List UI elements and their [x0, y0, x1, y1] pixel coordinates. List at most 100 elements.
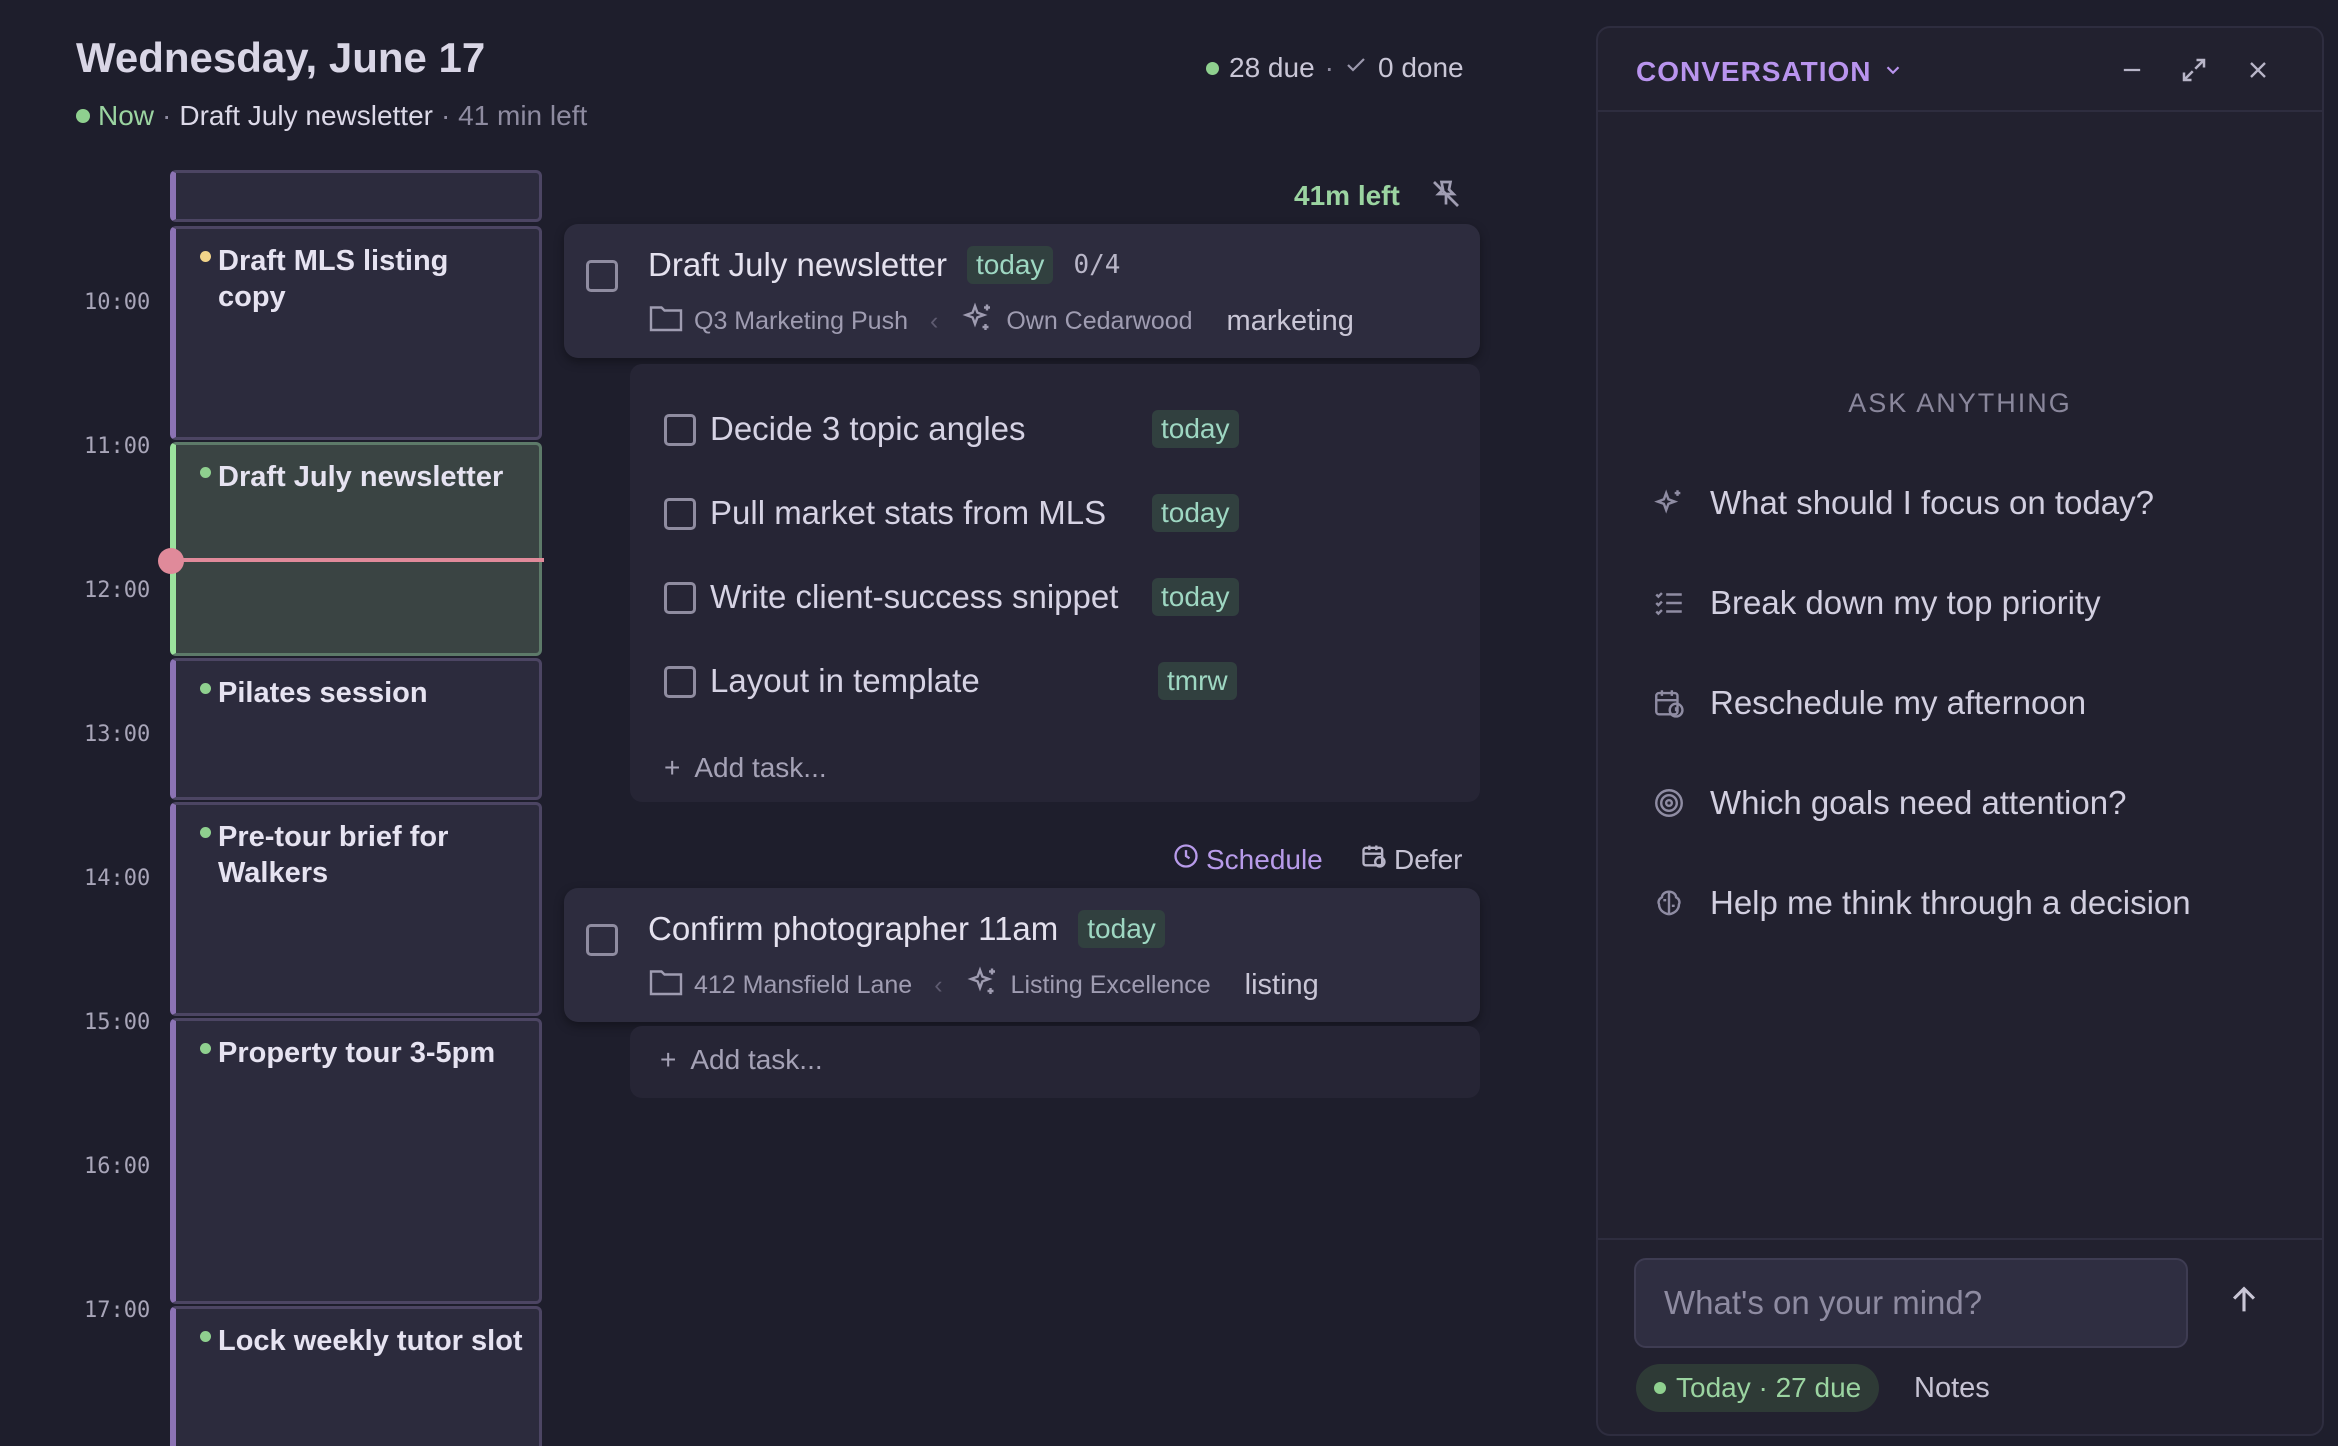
calendar-event[interactable]: Lock weekly tutor slot: [170, 1306, 542, 1446]
project-name[interactable]: Q3 Marketing Push: [694, 307, 908, 336]
meta-separator: ‹: [934, 971, 943, 999]
calendar-event-partial[interactable]: [170, 170, 542, 222]
project-name[interactable]: 412 Mansfield Lane: [694, 971, 912, 1000]
event-dot: [200, 827, 211, 838]
pill-label: Today · 27 due: [1676, 1372, 1862, 1403]
schedule-label: Schedule: [1206, 843, 1323, 875]
event-dot: [200, 1043, 211, 1054]
task-checkbox[interactable]: [586, 260, 618, 292]
now-remaining: · 41 min left: [440, 100, 588, 131]
subtask-tag: today: [1152, 494, 1239, 532]
event-title: Draft MLS listing copy: [218, 245, 449, 313]
task-title: Draft July newsletter: [648, 246, 947, 283]
today-filter-pill[interactable]: Today · 27 due: [1636, 1364, 1880, 1412]
add-subtask-button[interactable]: + Add task...: [664, 752, 827, 784]
prompt-text: Which goals need attention?: [1710, 784, 2127, 821]
hour-label: 12:00: [84, 578, 151, 603]
add-task-button[interactable]: + Add task...: [660, 1044, 823, 1076]
defer-button[interactable]: Defer: [1360, 842, 1462, 877]
expand-icon[interactable]: [2174, 50, 2214, 90]
hour-label: 10:00: [84, 290, 151, 315]
label-tag[interactable]: marketing: [1227, 305, 1354, 338]
add-task-label: Add task...: [690, 1044, 823, 1075]
sparkle-icon: [1652, 486, 1686, 520]
add-task-label: Add task...: [694, 752, 827, 783]
goal-name[interactable]: Listing Excellence: [1011, 971, 1211, 1000]
calendar-event[interactable]: Property tour 3-5pm: [170, 1018, 542, 1304]
event-title: Property tour 3-5pm: [218, 1037, 496, 1069]
unpin-icon[interactable]: [1428, 176, 1464, 212]
task-checkbox[interactable]: [586, 924, 618, 956]
now-label: Now: [98, 100, 155, 131]
current-time-line: [172, 558, 544, 562]
schedule-button[interactable]: Schedule: [1172, 842, 1323, 877]
sparkle-icon: [960, 300, 996, 343]
folder-icon: [648, 303, 684, 340]
task-card[interactable]: Confirm photographer 11am today 412 Mans…: [564, 888, 1480, 1022]
subtask-checkbox[interactable]: [664, 582, 696, 614]
subtask-title[interactable]: Pull market stats from MLS: [710, 494, 1106, 532]
close-icon[interactable]: [2238, 50, 2278, 90]
task-title: Confirm photographer 11am: [648, 910, 1059, 947]
subtask-tag: today: [1152, 578, 1239, 616]
calendar-clock-icon: [1652, 686, 1686, 720]
arrow-up-icon: [2227, 1283, 2261, 1322]
calendar-event[interactable]: Pre-tour brief for Walkers: [170, 802, 542, 1016]
chevron-down-icon: [1882, 56, 1904, 88]
hour-label: 16:00: [84, 1154, 151, 1179]
now-dot: [76, 109, 90, 123]
day-stats: 28 due · 0 done: [1206, 52, 1464, 84]
task-meta: 412 Mansfield Lane ‹ Listing Excellence …: [648, 964, 1319, 1007]
calendar-event[interactable]: Pilates session: [170, 658, 542, 800]
time-left: 41m left: [1294, 180, 1400, 211]
done-count: 0 done: [1377, 52, 1464, 83]
conversation-title: CONVERSATION: [1636, 56, 1872, 87]
minimize-icon[interactable]: [2112, 50, 2152, 90]
suggested-prompt[interactable]: Reschedule my afternoon: [1652, 684, 2086, 722]
plus-icon: +: [664, 752, 681, 783]
prompt-text: Reschedule my afternoon: [1710, 684, 2087, 721]
chat-input[interactable]: [1634, 1258, 2188, 1348]
panel-footer-divider: [1598, 1238, 2322, 1240]
defer-label: Defer: [1394, 843, 1463, 875]
calendar-icon: [1360, 842, 1388, 877]
suggested-prompt[interactable]: Which goals need attention?: [1652, 784, 2126, 822]
label-tag[interactable]: listing: [1245, 969, 1319, 1002]
subtask-panel: Decide 3 topic angles today Pull market …: [630, 364, 1480, 802]
notes-button[interactable]: Notes: [1914, 1372, 1990, 1405]
meta-separator: ‹: [930, 307, 939, 335]
subtask-checkbox[interactable]: [664, 414, 696, 446]
prompt-text: Help me think through a decision: [1710, 884, 2191, 921]
event-title: Pre-tour brief for Walkers: [218, 821, 449, 889]
event-dot: [200, 683, 211, 694]
task-card-focus[interactable]: Draft July newsletter today 0/4 Q3 Marke…: [564, 224, 1480, 358]
send-button[interactable]: [2218, 1276, 2270, 1328]
subtask-checkbox[interactable]: [664, 498, 696, 530]
event-dot: [200, 1331, 211, 1342]
subtask-title[interactable]: Layout in template: [710, 662, 980, 700]
suggested-prompt[interactable]: Help me think through a decision: [1652, 884, 2191, 922]
panel-header: CONVERSATION: [1598, 28, 2322, 112]
folder-icon: [648, 967, 684, 1004]
suggested-prompt[interactable]: Break down my top priority: [1652, 584, 2101, 622]
goal-name[interactable]: Own Cedarwood: [1006, 307, 1192, 336]
calendar-event-current[interactable]: Draft July newsletter: [170, 442, 542, 656]
subtask-tag: tmrw: [1158, 662, 1237, 700]
subtask-title[interactable]: Decide 3 topic angles: [710, 410, 1026, 448]
calendar-event[interactable]: Draft MLS listing copy: [170, 226, 542, 440]
now-indicator: Now · Draft July newsletter · 41 min lef…: [76, 100, 587, 132]
conversation-title-dropdown[interactable]: CONVERSATION: [1636, 56, 1904, 88]
suggested-prompt[interactable]: What should I focus on today?: [1652, 484, 2154, 522]
brain-icon: [1652, 886, 1686, 920]
due-count: 28 due: [1229, 52, 1315, 83]
prompt-text: Break down my top priority: [1710, 584, 2101, 621]
plus-icon: +: [660, 1044, 677, 1075]
event-title: Pilates session: [218, 677, 428, 709]
due-tag: today: [1078, 910, 1165, 948]
subtask-title[interactable]: Write client-success snippet: [710, 578, 1118, 616]
hour-label: 15:00: [84, 1010, 151, 1035]
subtask-checkbox[interactable]: [664, 666, 696, 698]
now-task: Draft July newsletter: [179, 100, 433, 131]
event-title: Draft July newsletter: [218, 461, 504, 493]
pill-dot: [1654, 1382, 1666, 1394]
